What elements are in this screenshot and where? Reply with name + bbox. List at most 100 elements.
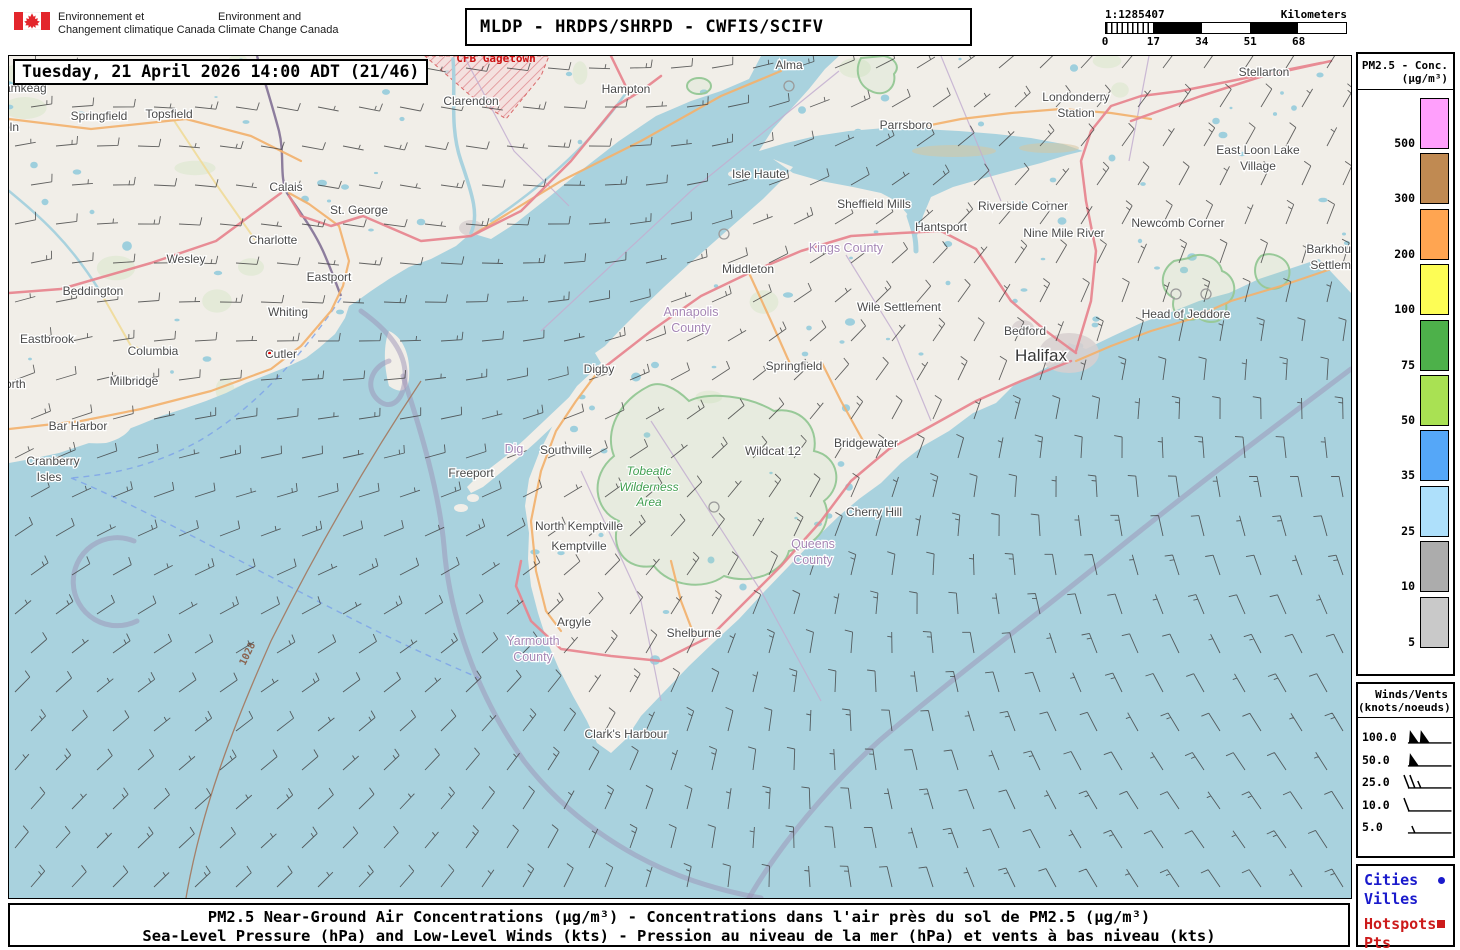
pm25-legend-title: PM2.5 - Conc. (µg/m³) (1361, 59, 1448, 85)
map-label: Hantsport (915, 220, 968, 234)
map-label: Bar Harbor (49, 419, 108, 433)
pm25-class-label: 200 (1394, 246, 1415, 261)
wind-speed-label: 100.0 (1362, 730, 1397, 745)
map-label: Clark's Harbour (585, 727, 668, 741)
map-label: County (671, 321, 711, 335)
pm25-class-swatch (1420, 374, 1449, 426)
map-label: Tobeatic (627, 464, 672, 478)
hotspots-legend-en: Hotspots (1364, 915, 1449, 934)
map-label: Digby (584, 362, 615, 376)
map-label: Whiting (268, 305, 308, 319)
dept-name-en: Environment and Climate Change Canada (218, 11, 339, 36)
wind-speed-label: 25.0 (1362, 775, 1390, 790)
pm25-class-row: 75 (1358, 319, 1453, 372)
map-label: Springfield (766, 359, 823, 373)
map-label: Queens (791, 537, 835, 551)
wind-speed-row: 50.0 (1358, 749, 1453, 772)
pm25-class-label: 75 (1401, 357, 1415, 372)
pm25-class-label: 50 (1401, 412, 1415, 427)
map-label: Head of Jeddore (1142, 307, 1231, 321)
map-label: Sheffield Mills (837, 197, 911, 211)
map-label: Beddington (63, 284, 124, 298)
map-label: Milbridge (110, 374, 159, 388)
map-label: Isle Haute (732, 167, 786, 181)
map-label: Wile Settlement (857, 300, 942, 314)
hotspot-square-icon (1437, 920, 1445, 929)
datetime-box: Tuesday, 21 April 2026 14:00 ADT (21/46) (13, 59, 429, 85)
city-dot-icon (1438, 876, 1445, 884)
military-area-label: CFB Gagetown (456, 56, 535, 65)
product-title-box: MLDP - HRDPS/SHRPD - CWFIS/SCIFV (465, 8, 972, 46)
map-label: Newcomb Corner (1131, 216, 1224, 230)
cities-legend-fr: Villes (1364, 889, 1419, 908)
scalebar-bar (1105, 22, 1347, 34)
pm25-class-label: 35 (1401, 468, 1415, 483)
map-label: Area (635, 495, 662, 509)
map-label: Riverside Corner (978, 199, 1068, 213)
map-label: Annapolis (664, 305, 719, 319)
map-label: County (793, 553, 833, 567)
map-label: Cherry Hill (846, 505, 902, 519)
map-label: Isles (37, 470, 62, 484)
scale-ratio: 1:1285407 (1105, 8, 1165, 21)
map-label: Columbia (128, 344, 179, 358)
wind-speed-label: 50.0 (1362, 752, 1390, 767)
map-label: Middleton (722, 262, 774, 276)
pm25-class-row: 500 (1358, 98, 1453, 149)
map-label: Springfield (71, 109, 128, 123)
pm25-class-swatch (1420, 98, 1449, 149)
map-label: County (513, 650, 553, 664)
pm25-class-swatch (1420, 319, 1449, 371)
pm25-class-swatch (1420, 485, 1449, 537)
pm25-class-swatch (1420, 153, 1449, 205)
pm25-class-row: 5 (1358, 596, 1453, 648)
map-label: Bedford (1004, 324, 1046, 338)
pm25-class-row: 35 (1358, 430, 1453, 483)
wind-speed-row: 25.0 (1358, 771, 1453, 794)
caption-line1: PM2.5 Near-Ground Air Concentrations (µg… (207, 908, 1151, 926)
map-label: Wesley (166, 252, 205, 266)
wind-speed-label: 10.0 (1362, 797, 1390, 812)
pm25-class-label: 10 (1401, 579, 1415, 594)
caption-line2: Sea-Level Pressure (hPa) and Low-Level W… (142, 927, 1216, 945)
map-label: Calais (269, 180, 302, 194)
scalebar-tick: 51 (1243, 35, 1257, 48)
map-label: Barkhouse (1306, 242, 1351, 256)
map-label: Southville (540, 443, 592, 457)
map-label: Stellarton (1239, 65, 1290, 79)
map-label: worth (9, 377, 26, 391)
pm25-class-label: 300 (1394, 191, 1415, 206)
pm25-class-row: 200 (1358, 208, 1453, 261)
wind-barb-icon (1402, 797, 1452, 812)
map-label: Nine Mile River (1023, 226, 1104, 240)
scalebar-ticks: 0 17 34 51 68 (1101, 34, 1347, 48)
map-label: Londonderry (1042, 90, 1109, 104)
map-label: East Loon Lake (1216, 143, 1300, 157)
map-label: Eastport (307, 270, 352, 284)
pm25-class-swatch (1420, 541, 1449, 593)
symbols-legend: Cities Villes Hotspots Pts chauds (1356, 864, 1455, 950)
pm25-class-label: 100 (1394, 302, 1415, 317)
pm25-class-row: 300 (1358, 153, 1453, 206)
map-scalebar: 1:1285407 Kilometers 0 17 34 51 68 (1101, 8, 1347, 48)
map-label: Argyle (557, 615, 591, 629)
map-label: Wilderness (619, 480, 678, 494)
map-label: Hampton (602, 82, 651, 96)
mldp-map-page: Environnement et Changement climatique Ca… (0, 0, 1460, 950)
wind-speed-row: 5.0 (1358, 816, 1453, 839)
wind-speed-label: 5.0 (1362, 820, 1383, 835)
map-label: Kings County (809, 241, 884, 255)
map-label: Wildcat 12 (745, 444, 801, 458)
map-label: Village (1240, 159, 1276, 173)
wind-barb-icon (1407, 825, 1452, 834)
map-label: Settlement (1310, 258, 1351, 272)
wind-barb-icon (1407, 752, 1452, 767)
wind-barb-icon (1407, 730, 1452, 744)
divider (1358, 89, 1453, 90)
scalebar-tick: 0 (1101, 35, 1109, 48)
map-label: Dig (505, 442, 524, 456)
map-label: Yarmouth (506, 634, 559, 648)
pm25-class-label: 500 (1394, 136, 1415, 150)
scalebar-tick: 34 (1195, 35, 1209, 48)
map-label: oln (9, 120, 19, 134)
